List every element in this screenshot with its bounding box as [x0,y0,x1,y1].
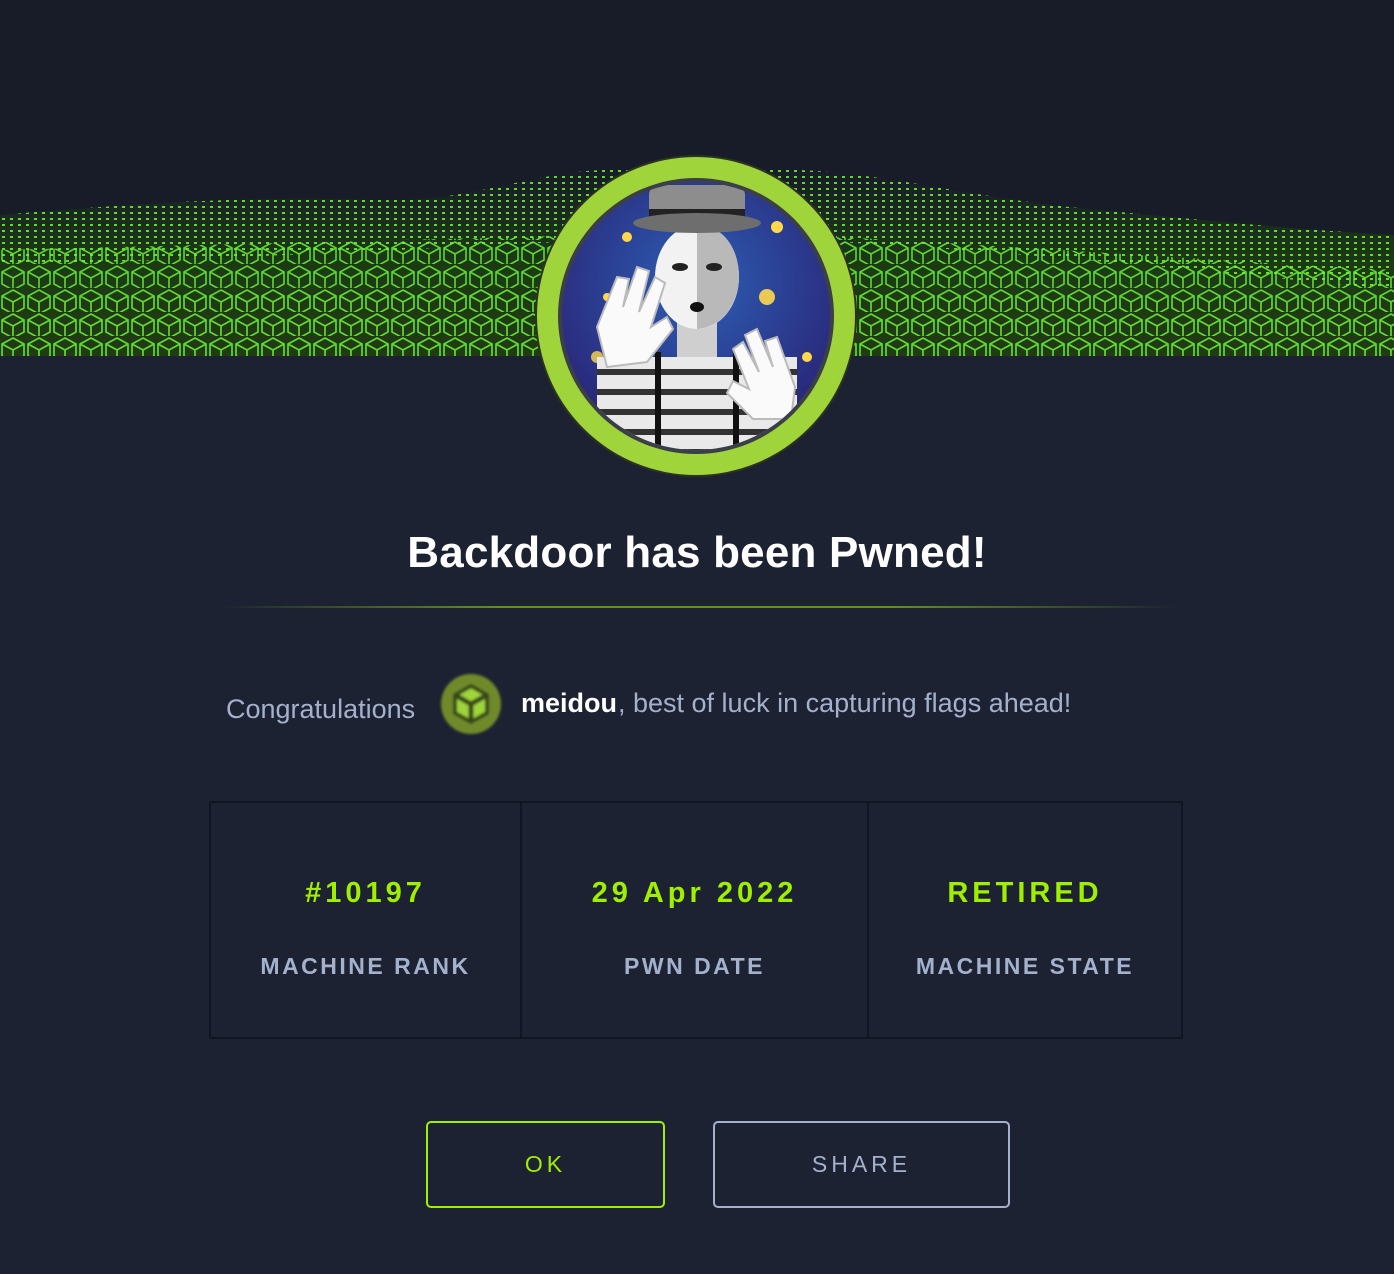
machine-state-value: RETIRED [947,877,1103,909]
stats-grid: #10197 MACHINE RANK 29 Apr 2022 PWN DATE… [209,801,1183,1039]
stat-machine-state: RETIRED MACHINE STATE [869,803,1181,1037]
share-button[interactable]: SHARE [713,1121,1010,1208]
congrats-label: Congratulations [226,694,416,724]
green-cube-badge-icon [439,672,503,736]
pwn-date-value: 29 Apr 2022 [591,877,798,909]
machine-rank-label: MACHINE RANK [260,953,471,979]
congrats-message: Congratulations meidou , best of luck in… [0,668,1394,748]
congrats-rest-text: , best of luck in capturing flags ahead! [618,688,1072,718]
pwned-modal: Backdoor has been Pwned! Congratulations… [0,0,1394,1274]
machine-rank-value: #10197 [305,877,426,909]
page-title: Backdoor has been Pwned! [407,528,987,577]
machine-avatar [537,157,855,475]
stat-machine-rank: #10197 MACHINE RANK [211,803,522,1037]
stat-pwn-date: 29 Apr 2022 PWN DATE [522,803,869,1037]
ok-button[interactable]: OK [426,1121,665,1208]
pwn-date-label: PWN DATE [624,953,765,979]
machine-state-label: MACHINE STATE [915,953,1135,979]
username-link[interactable]: meidou [521,688,617,719]
title-divider [218,606,1176,608]
